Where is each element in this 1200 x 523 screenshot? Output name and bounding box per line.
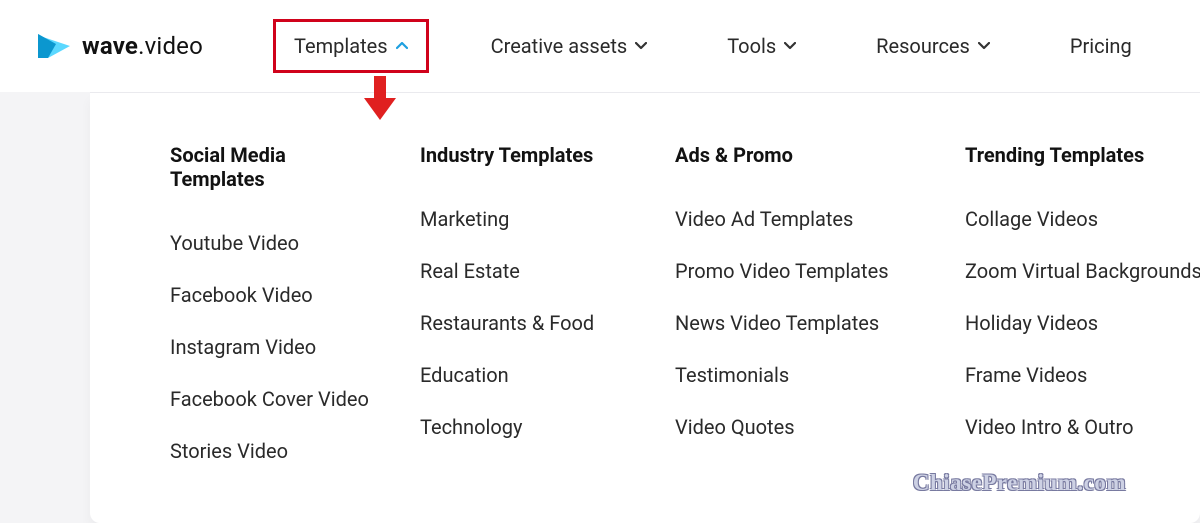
dropdown-link-news-video-templates[interactable]: News Video Templates [675,311,925,335]
templates-dropdown-panel: Social Media Templates Youtube Video Fac… [90,92,1200,523]
dropdown-link-holiday-videos[interactable]: Holiday Videos [965,311,1200,335]
dropdown-link-restaurants-food[interactable]: Restaurants & Food [420,311,635,335]
chevron-up-icon [396,42,408,50]
nav-label: Pricing [1070,34,1132,58]
nav-item-resources[interactable]: Resources [858,22,1008,70]
dropdown-heading: Industry Templates [420,143,635,167]
annotation-arrow-icon [362,76,398,122]
nav-label: Templates [294,34,388,58]
wave-logo-icon [36,28,72,64]
dropdown-column-ads-promo: Ads & Promo Video Ad Templates Promo Vid… [675,143,925,463]
dropdown-column-social-media: Social Media Templates Youtube Video Fac… [170,143,380,463]
nav-label: Tools [727,34,776,58]
dropdown-link-video-quotes[interactable]: Video Quotes [675,415,925,439]
dropdown-link-facebook-video[interactable]: Facebook Video [170,283,380,307]
dropdown-link-frame-videos[interactable]: Frame Videos [965,363,1200,387]
nav-item-tools[interactable]: Tools [709,22,814,70]
dropdown-link-technology[interactable]: Technology [420,415,635,439]
dropdown-link-real-estate[interactable]: Real Estate [420,259,635,283]
nav-item-templates[interactable]: Templates [273,19,429,73]
dropdown-link-collage-videos[interactable]: Collage Videos [965,207,1200,231]
nav-label: Creative assets [491,34,628,58]
top-navigation-bar: wave.video Templates Creative assets Too… [0,0,1200,92]
dropdown-link-stories-video[interactable]: Stories Video [170,439,380,463]
dropdown-link-zoom-virtual-backgrounds[interactable]: Zoom Virtual Backgrounds [965,259,1200,283]
brand-text-light: .video [138,32,203,60]
brand[interactable]: wave.video [36,28,203,64]
chevron-down-icon [635,42,647,50]
dropdown-heading: Ads & Promo [675,143,925,167]
dropdown-link-facebook-cover-video[interactable]: Facebook Cover Video [170,387,380,411]
chevron-down-icon [784,42,796,50]
background-strip [0,92,90,510]
dropdown-link-instagram-video[interactable]: Instagram Video [170,335,380,359]
dropdown-link-youtube-video[interactable]: Youtube Video [170,231,380,255]
brand-text: wave.video [82,32,203,60]
dropdown-link-testimonials[interactable]: Testimonials [675,363,925,387]
dropdown-link-video-ad-templates[interactable]: Video Ad Templates [675,207,925,231]
nav-item-pricing[interactable]: Pricing [1052,22,1150,70]
nav-label: Resources [876,34,970,58]
primary-nav: Templates Creative assets Tools Resource… [273,19,1150,73]
nav-item-creative-assets[interactable]: Creative assets [473,22,666,70]
watermark-text: ChiasePremium.com [913,470,1126,496]
dropdown-heading: Trending Templates [965,143,1200,167]
dropdown-heading: Social Media Templates [170,143,380,191]
dropdown-link-promo-video-templates[interactable]: Promo Video Templates [675,259,925,283]
dropdown-link-video-intro-outro[interactable]: Video Intro & Outro [965,415,1200,439]
dropdown-link-marketing[interactable]: Marketing [420,207,635,231]
dropdown-column-trending: Trending Templates Collage Videos Zoom V… [965,143,1200,463]
dropdown-column-industry: Industry Templates Marketing Real Estate… [420,143,635,463]
brand-text-bold: wave [82,32,138,60]
dropdown-link-education[interactable]: Education [420,363,635,387]
chevron-down-icon [978,42,990,50]
